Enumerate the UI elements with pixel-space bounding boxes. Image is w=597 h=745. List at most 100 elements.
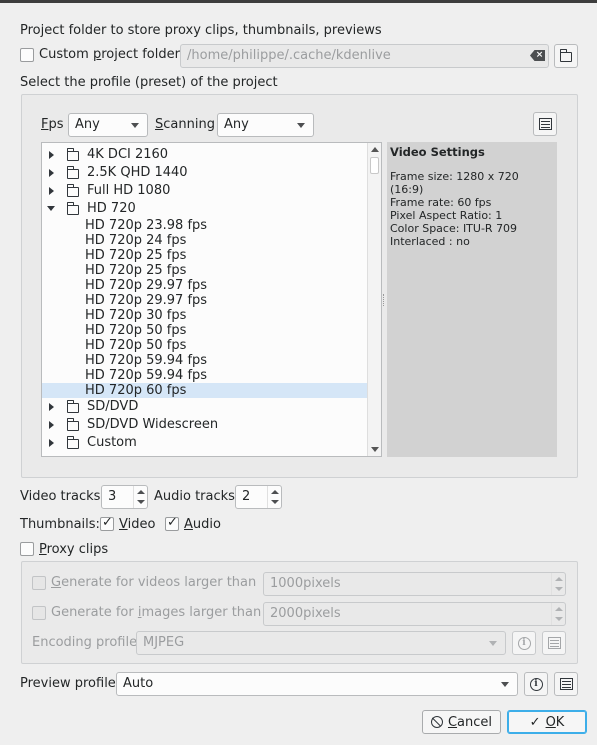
preview-profile-label: Preview profile xyxy=(20,676,116,691)
expand-arrow-closed-icon[interactable] xyxy=(49,187,54,195)
custom-folder-label[interactable]: Custom project folder xyxy=(39,47,180,63)
spin-down-icon[interactable] xyxy=(271,500,279,504)
tree-folder-label: 4K DCI 2160 xyxy=(87,147,169,162)
tree-folder-row[interactable]: HD 720 xyxy=(42,200,367,218)
scroll-up-icon[interactable] xyxy=(371,147,379,152)
spin-down-icon xyxy=(555,617,563,621)
spin-down-icon[interactable] xyxy=(137,500,145,504)
frame-rate-text: Frame rate: 60 fps xyxy=(390,196,492,209)
tree-profile-row[interactable]: HD 720p 25 fps xyxy=(42,248,367,263)
encoding-info-button: i xyxy=(512,631,536,655)
tree-profile-label: HD 720p 25 fps xyxy=(85,263,187,278)
expand-arrow-closed-icon[interactable] xyxy=(49,151,54,159)
tree-folder-row[interactable]: Full HD 1080 xyxy=(42,182,367,200)
thumbnails-video-checkbox[interactable]: ✓ xyxy=(100,515,114,531)
tree-profile-row[interactable]: HD 720p 59.94 fps xyxy=(42,368,367,383)
tree-profile-row[interactable]: HD 720p 29.97 fps xyxy=(42,278,367,293)
gen-images-spinbox: 2000pixels xyxy=(263,602,566,626)
folder-icon xyxy=(67,184,79,197)
proxy-clips-checkbox[interactable] xyxy=(20,542,34,556)
list-icon xyxy=(559,678,573,690)
tree-folder-row[interactable]: 2.5K QHD 1440 xyxy=(42,164,367,182)
spin-up-icon[interactable] xyxy=(271,490,279,494)
tree-profile-row[interactable]: HD 720p 59.94 fps xyxy=(42,353,367,368)
folder-icon xyxy=(67,400,79,413)
browse-folder-button[interactable] xyxy=(554,44,578,68)
tree-folder-row[interactable]: SD/DVD Widescreen xyxy=(42,416,367,434)
tree-profile-label: HD 720p 50 fps xyxy=(85,323,187,338)
tree-folder-row[interactable]: Custom xyxy=(42,434,367,452)
gen-images-checkbox xyxy=(32,606,46,620)
preview-info-button[interactable]: i xyxy=(524,672,548,696)
tree-profile-row[interactable]: HD 720p 50 fps xyxy=(42,338,367,353)
proxy-clips-label[interactable]: Proxy clips xyxy=(39,542,108,558)
audio-tracks-spinbox[interactable]: 2 xyxy=(235,485,282,509)
fps-combo[interactable]: Any xyxy=(68,113,148,137)
gen-videos-value: 1000pixels xyxy=(270,576,341,591)
expand-arrow-closed-icon[interactable] xyxy=(49,439,54,447)
video-tracks-spinbox[interactable]: 3 xyxy=(101,485,148,509)
thumbnails-label: Thumbnails: xyxy=(20,517,100,532)
clear-path-x: × xyxy=(535,50,544,60)
tree-folder-label: SD/DVD xyxy=(87,399,139,414)
ok-button[interactable]: ✓ OK xyxy=(507,710,587,734)
thumbnails-video-label[interactable]: Video xyxy=(119,517,155,533)
expand-arrow-open-icon[interactable] xyxy=(47,206,55,211)
thumbnails-audio-label[interactable]: Audio xyxy=(184,517,221,533)
info-icon: i xyxy=(517,636,531,650)
chevron-down-icon xyxy=(501,682,509,687)
spin-up-icon xyxy=(555,607,563,611)
tree-folder-label: Full HD 1080 xyxy=(87,183,171,198)
tree-profile-label: HD 720p 23.98 fps xyxy=(85,218,208,233)
profile-heading: Select the profile (preset) of the proje… xyxy=(20,75,278,90)
tree-folder-row[interactable]: SD/DVD xyxy=(42,398,367,416)
manage-profiles-button[interactable] xyxy=(533,112,557,136)
color-space-text: Color Space: ITU-R 709 xyxy=(390,222,518,235)
folder-icon xyxy=(560,49,572,62)
project-folder-path-input: /home/philippe/.cache/kdenlive xyxy=(180,44,549,68)
profile-tree[interactable]: 4K DCI 2160 2.5K QHD 1440 Full HD 1080 HD 7… xyxy=(41,142,382,457)
scroll-down-icon[interactable] xyxy=(371,447,379,452)
tree-profile-label: HD 720p 59.94 fps xyxy=(85,368,208,383)
fps-label: Fps xyxy=(41,117,64,132)
tree-profile-row[interactable]: HD 720p 25 fps xyxy=(42,263,367,278)
expand-arrow-closed-icon[interactable] xyxy=(49,169,54,177)
tree-profile-row[interactable]: HD 720p 30 fps xyxy=(42,308,367,323)
tree-profile-row[interactable]: HD 720p 23.98 fps xyxy=(42,218,367,233)
tree-profile-label: HD 720p 25 fps xyxy=(85,248,187,263)
tree-folder-label: Custom xyxy=(87,435,137,450)
tree-profile-row[interactable]: HD 720p 50 fps xyxy=(42,323,367,338)
scanning-combo[interactable]: Any xyxy=(217,113,314,137)
video-tracks-label: Video tracks xyxy=(20,489,101,504)
custom-folder-checkbox[interactable] xyxy=(20,48,34,62)
cancel-label: Cancel xyxy=(447,714,493,730)
tree-folder-label: SD/DVD Widescreen xyxy=(87,417,219,432)
gen-images-value: 2000pixels xyxy=(270,606,341,621)
thumbnails-audio-checkbox[interactable]: ✓ xyxy=(165,515,179,531)
tree-scrollbar[interactable] xyxy=(367,143,381,456)
splitter-handle[interactable] xyxy=(383,294,385,306)
preview-manage-button[interactable] xyxy=(554,672,578,696)
expand-arrow-closed-icon[interactable] xyxy=(49,403,54,411)
chevron-down-icon xyxy=(489,641,497,646)
check-icon: ✓ xyxy=(167,515,178,530)
info-icon: i xyxy=(529,677,543,691)
expand-arrow-closed-icon[interactable] xyxy=(49,421,54,429)
cancel-icon xyxy=(430,716,443,728)
tree-profile-label: HD 720p 59.94 fps xyxy=(85,353,208,368)
tree-folder-row[interactable]: 4K DCI 2160 xyxy=(42,146,367,164)
chevron-down-icon xyxy=(297,123,305,128)
preview-profile-combo[interactable]: Auto xyxy=(116,672,518,696)
tree-profile-row[interactable]: HD 720p 29.97 fps xyxy=(42,293,367,308)
tree-profile-row[interactable]: HD 720p 24 fps xyxy=(42,233,367,248)
interlaced-text: Interlaced : no xyxy=(390,235,470,248)
spin-up-icon[interactable] xyxy=(137,490,145,494)
tree-profile-label: HD 720p 29.97 fps xyxy=(85,293,208,308)
list-icon xyxy=(538,118,552,130)
list-icon xyxy=(547,637,561,649)
folder-icon xyxy=(67,148,79,161)
cancel-button[interactable]: Cancel xyxy=(422,710,501,734)
tree-profile-row[interactable]: HD 720p 60 fps xyxy=(42,383,367,398)
scroll-thumb[interactable] xyxy=(370,157,379,174)
folder-icon xyxy=(67,166,79,179)
